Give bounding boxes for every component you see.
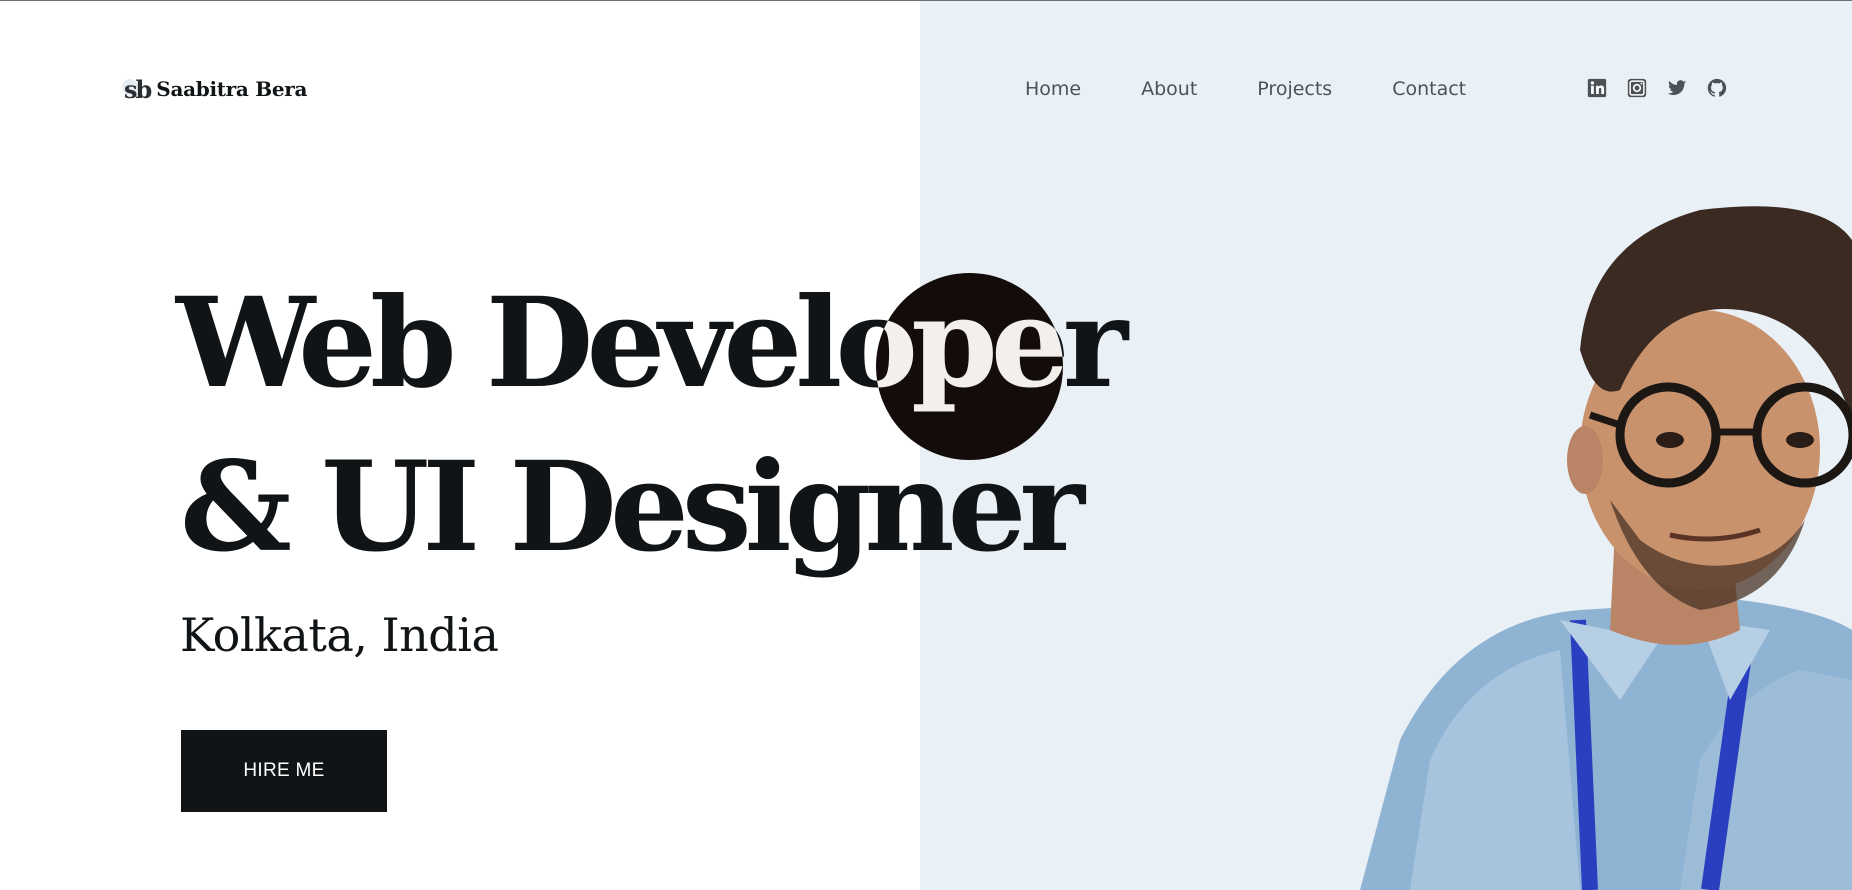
hero-title-line-1-inverted: Web Developer <box>876 273 1063 416</box>
social-links <box>1586 77 1728 99</box>
nav-contact[interactable]: Contact <box>1392 76 1466 102</box>
logo-name: Saabitra Bera <box>156 77 308 101</box>
github-icon[interactable] <box>1706 77 1728 99</box>
logo-mark: sb <box>121 74 152 104</box>
portrait-photo <box>1360 206 1852 890</box>
nav-about[interactable]: About <box>1141 76 1197 102</box>
location-text: Kolkata, India <box>180 608 499 662</box>
linkedin-icon[interactable] <box>1586 77 1608 99</box>
hire-me-button[interactable]: HIRE ME <box>181 730 387 812</box>
nav-home[interactable]: Home <box>1025 76 1081 102</box>
hero-accent-circle: Web Developer <box>876 273 1063 460</box>
main-nav: Home About Projects Contact <box>1025 76 1526 102</box>
logo[interactable]: sb Saabitra Bera <box>121 74 308 104</box>
twitter-icon[interactable] <box>1666 77 1688 99</box>
nav-projects[interactable]: Projects <box>1257 76 1332 102</box>
instagram-icon[interactable] <box>1626 77 1648 99</box>
hero-title-line-2: & UI Designer <box>180 435 1085 580</box>
